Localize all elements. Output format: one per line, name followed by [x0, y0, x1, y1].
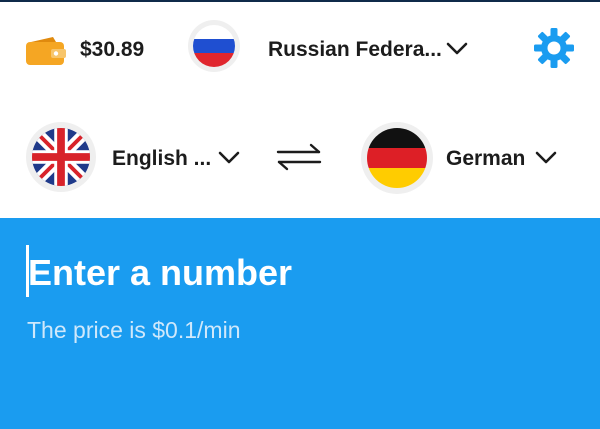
price-info: The price is $0.1/min: [27, 317, 241, 343]
swap-arrows-icon[interactable]: [274, 142, 324, 172]
source-language-selector[interactable]: English ...: [112, 147, 211, 171]
russia-flag-icon: [193, 25, 235, 67]
account-row: $30.89 Russian Federa...: [0, 18, 600, 80]
chevron-down-icon[interactable]: [535, 151, 557, 165]
wallet-icon[interactable]: [25, 36, 67, 66]
source-language-flag-button[interactable]: [26, 122, 96, 192]
country-selector[interactable]: Russian Federa...: [268, 38, 442, 62]
language-row: English ... German: [0, 120, 600, 198]
chevron-down-icon[interactable]: [218, 151, 240, 165]
country-flag-button[interactable]: [188, 20, 240, 72]
target-language-selector[interactable]: German: [446, 147, 525, 171]
target-language-flag-button[interactable]: [361, 122, 433, 194]
dialer-panel: The price is $0.1/min: [0, 218, 600, 429]
phone-number-input[interactable]: [28, 248, 548, 298]
gear-icon[interactable]: [532, 26, 576, 70]
chevron-down-icon[interactable]: [446, 42, 468, 56]
germany-flag-icon: [367, 128, 427, 188]
balance-amount[interactable]: $30.89: [80, 38, 144, 62]
uk-flag-icon: [32, 128, 90, 186]
header-panel: $30.89 Russian Federa... English ... Ger…: [0, 2, 600, 218]
